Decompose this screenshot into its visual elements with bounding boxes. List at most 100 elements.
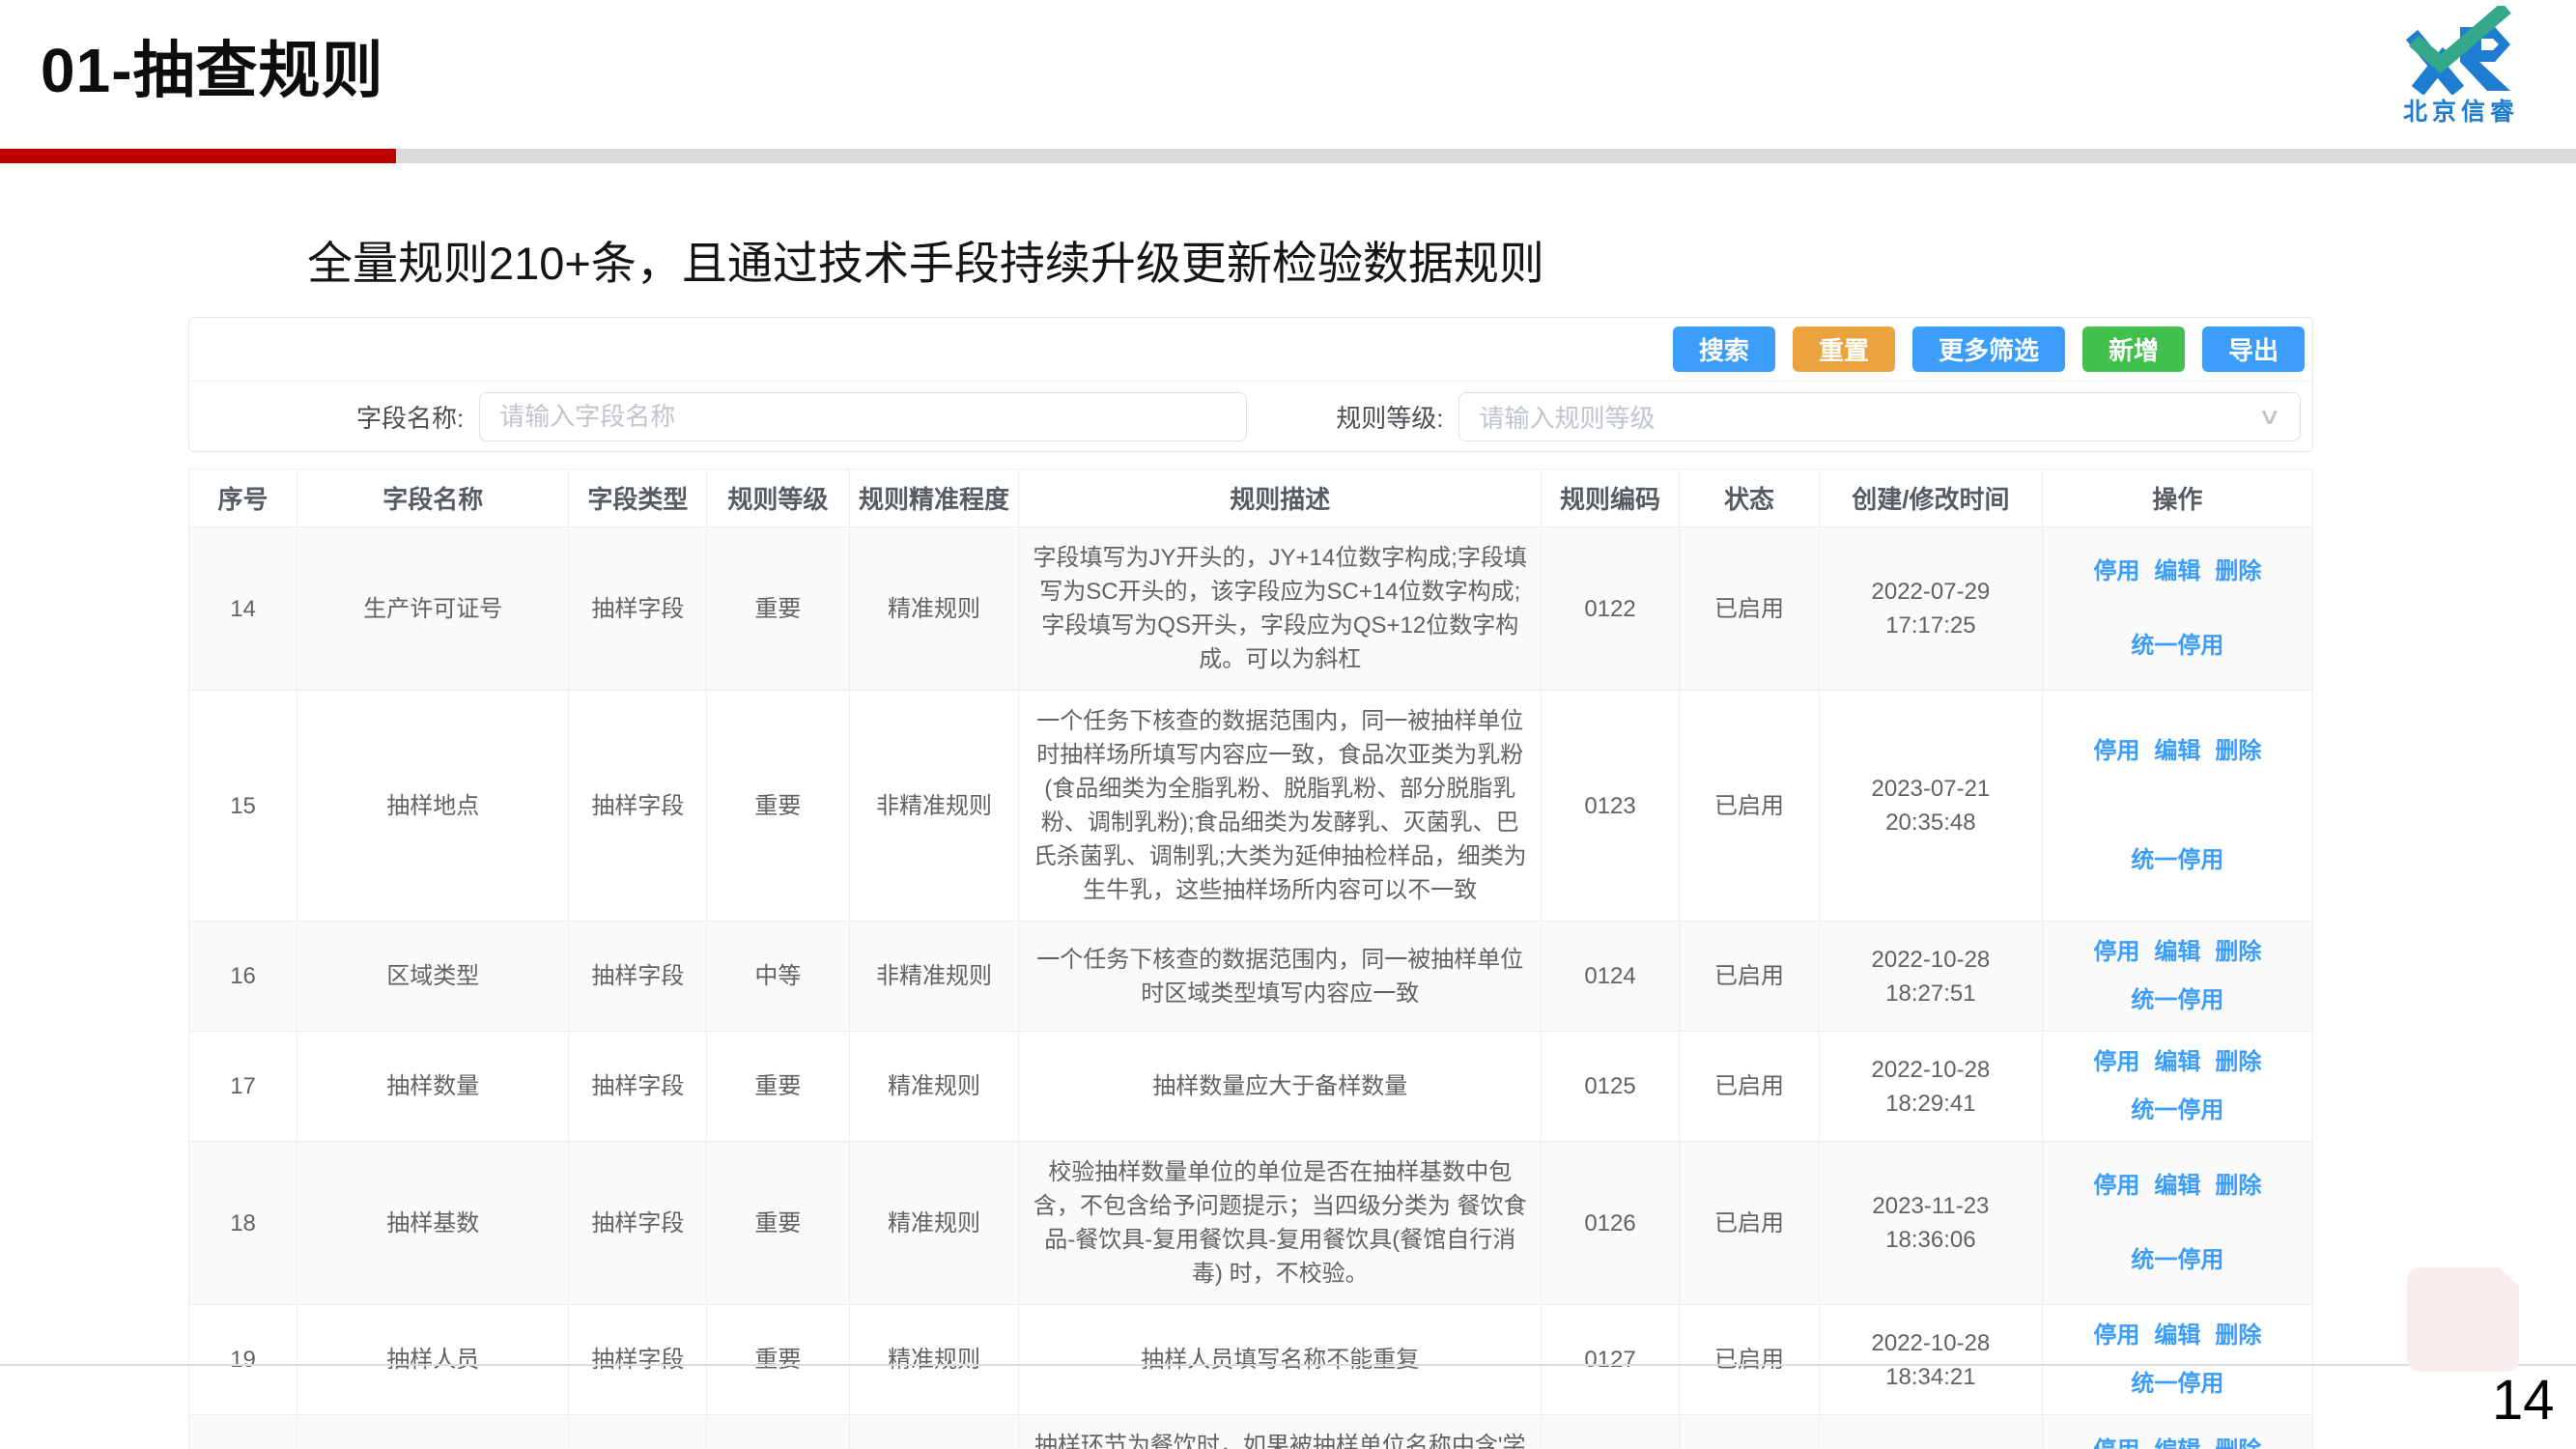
- table-row: 16区域类型抽样字段中等非精准规则一个任务下核查的数据范围内，同一被抽样单位时区…: [189, 922, 2312, 1032]
- cell-time: 2022-10-28 18:29:41: [1820, 1032, 2043, 1142]
- cell-prec: 精准规则: [850, 1415, 1020, 1449]
- cell-desc: 抽样人员填写名称不能重复: [1019, 1305, 1542, 1415]
- field-name-input[interactable]: [479, 392, 1247, 441]
- cell-seq: 17: [189, 1032, 297, 1142]
- column-header-desc: 规则描述: [1019, 469, 1542, 527]
- cell-code: 0124: [1542, 922, 1680, 1032]
- cell-status: 已启用: [1680, 1142, 1820, 1305]
- cell-status: 已启用: [1680, 527, 1820, 691]
- cell-level: 重要: [707, 1142, 849, 1305]
- batch-disable-link[interactable]: 统一停用: [2131, 983, 2223, 1017]
- edit-link[interactable]: 编辑: [2154, 935, 2200, 969]
- cell-time: 2022-10-28 18:27:51: [1820, 922, 2043, 1032]
- table-row: 19抽样人员抽样字段重要精准规则抽样人员填写名称不能重复0127已启用2022-…: [189, 1305, 2312, 1415]
- table-row: 18抽样基数抽样字段重要精准规则校验抽样数量单位的单位是否在抽样基数中包含，不包…: [189, 1142, 2312, 1305]
- page-title: 01-抽查规则: [41, 21, 384, 110]
- table-row: 15抽样地点抽样字段重要非精准规则一个任务下核查的数据范围内，同一被抽样单位时抽…: [189, 691, 2312, 922]
- cell-type: 抽样字段: [569, 1142, 707, 1305]
- cell-prec: 精准规则: [850, 1305, 1020, 1415]
- disable-link[interactable]: 停用: [2093, 1319, 2139, 1352]
- cell-field: 抽样地点: [297, 691, 569, 922]
- divider-bar: [0, 149, 2576, 163]
- cell-status: 已启用: [1680, 1032, 1820, 1142]
- toolbar: 搜索重置更多筛选新增导出: [189, 318, 2312, 382]
- cell-seq: 18: [189, 1142, 297, 1305]
- rule-level-select[interactable]: 请输入规则等级 ∨: [1458, 392, 2301, 441]
- table-row: 17抽样数量抽样字段重要精准规则抽样数量应大于备样数量0125已启用2022-1…: [189, 1032, 2312, 1142]
- cell-code: 0123: [1542, 691, 1680, 922]
- more-filter-button[interactable]: 更多筛选: [1912, 327, 2065, 372]
- disable-link[interactable]: 停用: [2093, 1434, 2139, 1449]
- company-logo: 北京信睿: [2389, 6, 2534, 128]
- cell-desc: 一个任务下核查的数据范围内，同一被抽样单位时区域类型填写内容应一致: [1019, 922, 1542, 1032]
- cell-actions: 停用编辑删除统一停用: [2043, 1032, 2312, 1142]
- cell-type: 抽样字段: [569, 922, 707, 1032]
- disable-link[interactable]: 停用: [2093, 734, 2139, 768]
- cell-prec: 精准规则: [850, 1142, 1020, 1305]
- delete-link[interactable]: 删除: [2215, 935, 2261, 969]
- cell-code: 0122: [1542, 527, 1680, 691]
- column-header-seq: 序号: [189, 469, 297, 527]
- bottom-divider: [0, 1364, 2576, 1366]
- red-accent-bar: [0, 149, 396, 163]
- cell-time: 2022-07-29 17:17:25: [1820, 527, 2043, 691]
- slide-page-number: 14: [2492, 1368, 2555, 1433]
- disable-link[interactable]: 停用: [2093, 1045, 2139, 1079]
- delete-link[interactable]: 删除: [2215, 554, 2261, 588]
- edit-link[interactable]: 编辑: [2154, 554, 2200, 588]
- cell-desc: 字段填写为JY开头的，JY+14位数字构成;字段填写为SC开头的，该字段应为SC…: [1019, 527, 1542, 691]
- cell-actions: 停用编辑删除统一停用: [2043, 527, 2312, 691]
- filter-card: 搜索重置更多筛选新增导出 字段名称: 规则等级: 请输入规则等级 ∨: [188, 317, 2313, 452]
- delete-link[interactable]: 删除: [2215, 734, 2261, 768]
- edit-link[interactable]: 编辑: [2154, 1169, 2200, 1203]
- cell-status: 已启用: [1680, 1305, 1820, 1415]
- delete-link[interactable]: 删除: [2215, 1319, 2261, 1352]
- delete-link[interactable]: 删除: [2215, 1434, 2261, 1449]
- cell-desc: 一个任务下核查的数据范围内，同一被抽样单位时抽样场所填写内容应一致，食品次亚类为…: [1019, 691, 1542, 922]
- cell-type: 抽样字段: [569, 527, 707, 691]
- edit-link[interactable]: 编辑: [2154, 1045, 2200, 1079]
- cell-actions: 停用编辑删除统一停用: [2043, 922, 2312, 1032]
- batch-disable-link[interactable]: 统一停用: [2131, 1367, 2223, 1401]
- cell-code: 0127: [1542, 1305, 1680, 1415]
- disable-link[interactable]: 停用: [2093, 935, 2139, 969]
- cell-field: 抽样基数: [297, 1142, 569, 1305]
- cell-status: 已启用: [1680, 691, 1820, 922]
- cell-seq: 16: [189, 922, 297, 1032]
- batch-disable-link[interactable]: 统一停用: [2131, 1094, 2223, 1127]
- add-button[interactable]: 新增: [2082, 327, 2185, 372]
- column-header-time: 创建/修改时间: [1820, 469, 2043, 527]
- rules-table-card: 序号字段名称字段类型规则等级规则精准程度规则描述规则编码状态创建/修改时间操作 …: [188, 469, 2313, 1449]
- slide: 01-抽查规则 北京信睿 全量规则210+条，且通过技术手段持续升级更新检验数据…: [0, 0, 2576, 1449]
- cell-actions: 停用编辑删除统一停用: [2043, 1305, 2312, 1415]
- edit-link[interactable]: 编辑: [2154, 1434, 2200, 1449]
- logo-text: 北京信睿: [2389, 93, 2534, 128]
- cell-prec: 精准规则: [850, 1032, 1020, 1142]
- reset-button[interactable]: 重置: [1793, 327, 1895, 372]
- delete-link[interactable]: 删除: [2215, 1045, 2261, 1079]
- cell-type: 抽样字段: [569, 691, 707, 922]
- table-row: 20抽样地点抽样字段重要精准规则抽样环节为餐饮时，如果被抽样单位名称中含'学校'…: [189, 1415, 2312, 1449]
- batch-disable-link[interactable]: 统一停用: [2131, 1243, 2223, 1277]
- field-name-label: 字段名称:: [356, 399, 464, 435]
- cell-level: 重要: [707, 1032, 849, 1142]
- edit-link[interactable]: 编辑: [2154, 1319, 2200, 1352]
- search-button[interactable]: 搜索: [1673, 327, 1775, 372]
- batch-disable-link[interactable]: 统一停用: [2131, 843, 2223, 877]
- rule-level-placeholder: 请输入规则等级: [1479, 399, 1655, 435]
- corner-decoration: [2407, 1267, 2519, 1372]
- cell-actions: 停用编辑删除统一停用: [2043, 691, 2312, 922]
- edit-link[interactable]: 编辑: [2154, 734, 2200, 768]
- cell-code: 0129: [1542, 1415, 1680, 1449]
- cell-level: 重要: [707, 691, 849, 922]
- cell-code: 0125: [1542, 1032, 1680, 1142]
- disable-link[interactable]: 停用: [2093, 554, 2139, 588]
- batch-disable-link[interactable]: 统一停用: [2131, 629, 2223, 663]
- export-button[interactable]: 导出: [2202, 327, 2305, 372]
- disable-link[interactable]: 停用: [2093, 1169, 2139, 1203]
- table-body: 14生产许可证号抽样字段重要精准规则字段填写为JY开头的，JY+14位数字构成;…: [189, 527, 2312, 1449]
- cell-field: 抽样人员: [297, 1305, 569, 1415]
- delete-link[interactable]: 删除: [2215, 1169, 2261, 1203]
- chevron-down-icon: ∨: [2258, 403, 2282, 431]
- cell-type: 抽样字段: [569, 1032, 707, 1142]
